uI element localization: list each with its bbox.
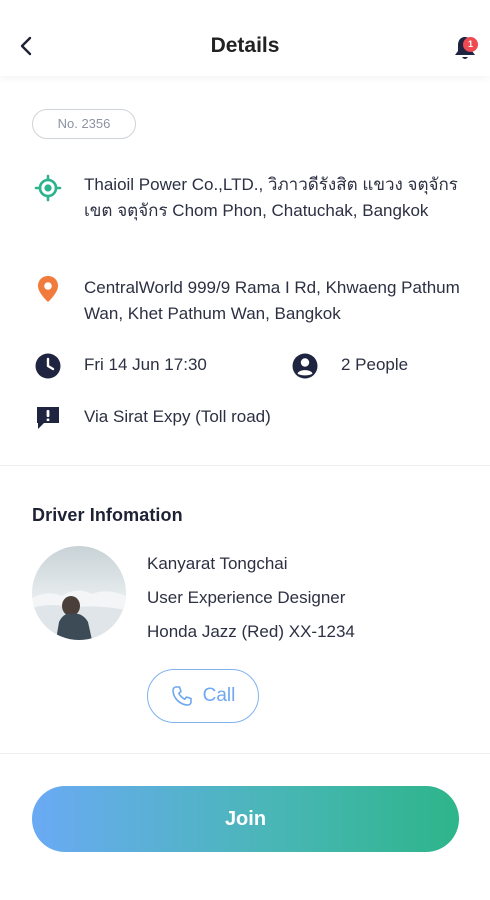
dropoff-address: CentralWorld 999/9 Rama I Rd, Khwaeng Pa… (84, 278, 460, 323)
driver-car: Honda Jazz (Red) XX-1234 (147, 622, 355, 641)
page-title: Details (210, 34, 280, 57)
driver-job: User Experience Designer (147, 588, 346, 607)
driver-section-title: Driver Infomation (32, 505, 183, 525)
divider (0, 753, 490, 754)
user-circle-icon (291, 352, 319, 380)
people-count: 2 People (341, 355, 409, 374)
driver-name: Kanyarat Tongchai (147, 554, 288, 573)
clock-icon (34, 352, 62, 380)
join-label: Join (224, 807, 267, 830)
divider (0, 465, 490, 466)
order-number-badge: No. 2356 (32, 109, 136, 139)
notifications-button[interactable]: 1 (450, 33, 482, 65)
call-button[interactable]: Call (147, 669, 259, 723)
schedule-row: Fri 14 Jun 17:30 2 People (0, 352, 490, 382)
join-button[interactable]: Join (32, 786, 459, 852)
call-label: Call (202, 685, 236, 706)
message-alert-icon (34, 404, 62, 432)
driver-avatar (32, 546, 126, 640)
note-row: Via Sirat Expy (Toll road) (0, 404, 490, 434)
map-pin-icon (34, 275, 62, 303)
notification-badge: 1 (463, 37, 478, 52)
trip-datetime: Fri 14 Jun 17:30 (84, 355, 207, 374)
app-header: Details 1 (0, 0, 490, 76)
phone-icon (171, 686, 192, 706)
pickup-address: Thaioil Power Co.,LTD., วิภาวดีรังสิต แข… (84, 175, 458, 220)
route-note: Via Sirat Expy (Toll road) (84, 407, 271, 426)
target-location-icon (34, 174, 62, 202)
